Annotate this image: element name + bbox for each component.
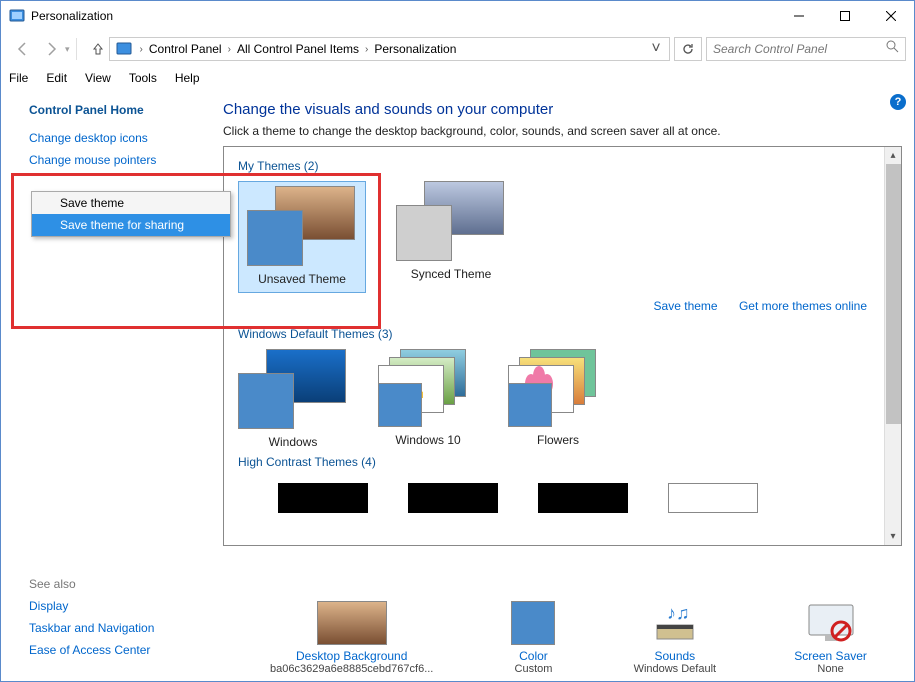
- theme-windows[interactable]: Windows: [238, 349, 348, 449]
- breadcrumb-personalization[interactable]: Personalization: [370, 42, 460, 56]
- get-more-themes-link[interactable]: Get more themes online: [739, 299, 867, 313]
- section-default-themes: Windows Default Themes (3): [238, 327, 887, 341]
- theme-windows10[interactable]: Windows 10: [378, 349, 478, 449]
- chevron-right-icon[interactable]: ›: [138, 44, 145, 55]
- screen-saver-label: Screen Saver: [794, 649, 867, 663]
- context-save-theme-for-sharing[interactable]: Save theme for sharing: [32, 214, 230, 236]
- desktop-background-label: Desktop Background: [270, 649, 433, 663]
- see-also-display[interactable]: Display: [29, 599, 154, 613]
- sounds-icon: ♪♫: [645, 601, 705, 645]
- context-menu: Save theme Save theme for sharing: [31, 191, 231, 237]
- address-bar[interactable]: › Control Panel › All Control Panel Item…: [109, 37, 670, 61]
- theme-windows10-label: Windows 10: [378, 433, 478, 447]
- themes-panel: My Themes (2) Unsaved Theme: [223, 146, 902, 546]
- color-label: Color: [511, 649, 555, 663]
- minimize-button[interactable]: [776, 1, 822, 31]
- history-dropdown-icon[interactable]: ▾: [65, 44, 70, 55]
- search-icon: [886, 40, 899, 58]
- breadcrumb-control-panel[interactable]: Control Panel: [145, 42, 226, 56]
- personalization-small-icon: [116, 41, 132, 57]
- window-title: Personalization: [31, 9, 776, 23]
- search-placeholder: Search Control Panel: [713, 42, 886, 56]
- sounds-setting[interactable]: ♪♫ Sounds Windows Default: [634, 601, 717, 675]
- theme-flowers-label: Flowers: [508, 433, 608, 447]
- scroll-up-icon[interactable]: ▴: [885, 147, 901, 164]
- menu-help[interactable]: Help: [175, 71, 200, 85]
- chevron-right-icon[interactable]: ›: [226, 44, 233, 55]
- sidebar-change-mouse-pointers[interactable]: Change mouse pointers: [29, 153, 211, 167]
- context-save-theme[interactable]: Save theme: [32, 192, 230, 214]
- menu-tools[interactable]: Tools: [129, 71, 157, 85]
- see-also-ease-of-access[interactable]: Ease of Access Center: [29, 643, 154, 657]
- section-high-contrast: High Contrast Themes (4): [238, 455, 887, 469]
- close-button[interactable]: [868, 1, 914, 31]
- menu-edit[interactable]: Edit: [46, 71, 67, 85]
- page-subtitle: Click a theme to change the desktop back…: [223, 124, 902, 138]
- high-contrast-theme-1[interactable]: [278, 483, 368, 513]
- svg-text:♪♫: ♪♫: [667, 603, 690, 623]
- see-also-header: See also: [29, 577, 154, 591]
- sidebar-change-desktop-icons[interactable]: Change desktop icons: [29, 131, 211, 145]
- search-input[interactable]: Search Control Panel: [706, 37, 906, 61]
- breadcrumb-all-items[interactable]: All Control Panel Items: [233, 42, 363, 56]
- personalization-icon: [9, 8, 25, 24]
- sounds-label: Sounds: [634, 649, 717, 663]
- theme-windows-label: Windows: [238, 435, 348, 449]
- desktop-background-value: ba06c3629a6e8885cebd767cf6...: [270, 663, 433, 675]
- back-button[interactable]: [9, 35, 37, 63]
- high-contrast-theme-4[interactable]: [668, 483, 758, 513]
- scroll-down-icon[interactable]: ▾: [885, 528, 901, 545]
- sounds-value: Windows Default: [634, 663, 717, 675]
- theme-synced-label: Synced Theme: [396, 267, 506, 281]
- screen-saver-icon: [801, 601, 861, 645]
- menu-view[interactable]: View: [85, 71, 111, 85]
- chevron-right-icon[interactable]: ›: [363, 44, 370, 55]
- up-button[interactable]: [87, 38, 109, 60]
- address-dropdown-icon[interactable]: ˅: [647, 39, 665, 59]
- screen-saver-setting[interactable]: Screen Saver None: [794, 601, 867, 675]
- control-panel-home-link[interactable]: Control Panel Home: [29, 103, 211, 117]
- section-my-themes: My Themes (2): [238, 159, 887, 173]
- theme-unsaved[interactable]: Unsaved Theme: [238, 181, 366, 293]
- menu-file[interactable]: File: [9, 71, 28, 85]
- themes-scrollbar[interactable]: ▴ ▾: [884, 147, 901, 545]
- high-contrast-theme-2[interactable]: [408, 483, 498, 513]
- page-heading: Change the visuals and sounds on your co…: [223, 101, 902, 118]
- high-contrast-theme-3[interactable]: [538, 483, 628, 513]
- desktop-background-setting[interactable]: Desktop Background ba06c3629a6e8885cebd7…: [270, 601, 433, 675]
- theme-unsaved-label: Unsaved Theme: [247, 272, 357, 286]
- scroll-thumb[interactable]: [886, 164, 901, 424]
- refresh-button[interactable]: [674, 37, 702, 61]
- screen-saver-value: None: [794, 663, 867, 675]
- maximize-button[interactable]: [822, 1, 868, 31]
- color-value: Custom: [511, 663, 555, 675]
- color-setting[interactable]: Color Custom: [511, 601, 555, 675]
- forward-button[interactable]: [37, 35, 65, 63]
- theme-synced[interactable]: Synced Theme: [396, 181, 506, 293]
- see-also-taskbar[interactable]: Taskbar and Navigation: [29, 621, 154, 635]
- theme-flowers[interactable]: Flowers: [508, 349, 608, 449]
- save-theme-link[interactable]: Save theme: [654, 299, 718, 313]
